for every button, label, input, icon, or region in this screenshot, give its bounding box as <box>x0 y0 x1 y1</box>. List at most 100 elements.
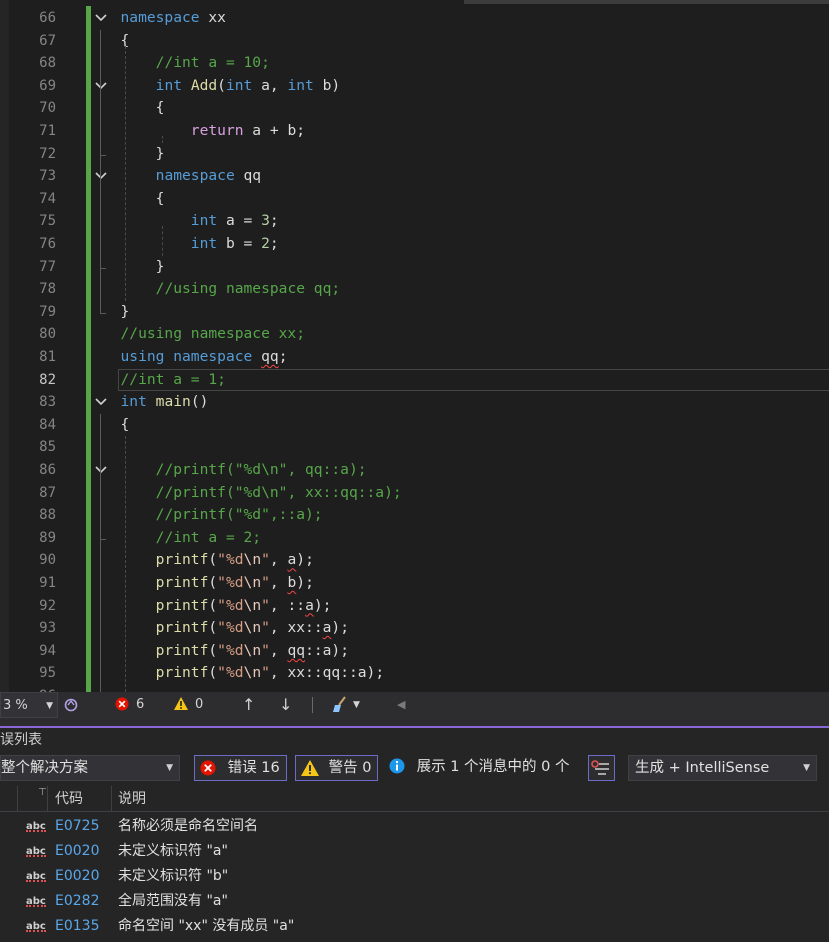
code-text[interactable]: int Add(int a, int b) <box>121 75 341 98</box>
fold-guide <box>100 413 101 692</box>
warning-icon <box>301 760 319 776</box>
fold-end-marker <box>100 267 106 269</box>
code-line[interactable]: 82 //int a = 1; <box>0 368 829 392</box>
error-code-link[interactable]: E0020 <box>55 864 99 889</box>
indent-guide <box>162 136 163 143</box>
column-divider <box>111 786 112 812</box>
spelling-error-icon: abc <box>26 814 46 839</box>
code-line[interactable]: 80 //using namespace xx; <box>0 323 829 346</box>
code-text[interactable]: using namespace qq; <box>121 346 288 369</box>
build-source-value: 生成 + IntelliSense <box>635 760 770 776</box>
code-line[interactable]: 84 { <box>0 414 829 437</box>
error-count: 6 <box>136 697 145 712</box>
chevron-down-icon[interactable] <box>93 462 109 478</box>
chevron-down-icon[interactable] <box>93 394 109 410</box>
line-number: 93 <box>39 620 56 637</box>
code-line[interactable]: 83 int main() <box>0 391 829 414</box>
arrow-down-icon[interactable]: ↓ <box>279 692 295 718</box>
line-number: 71 <box>39 123 56 139</box>
code-text[interactable]: int a = 3; <box>121 210 279 233</box>
table-row[interactable]: abc E0282 全局范围没有 "a" <box>0 889 829 914</box>
code-text[interactable]: int b = 2; <box>121 233 279 256</box>
code-text[interactable]: printf("%d\n", qq::a); <box>121 640 349 663</box>
line-number: 91 <box>39 575 56 591</box>
chevron-down-icon: ▼ <box>166 763 173 773</box>
code-text[interactable]: //int a = 10; <box>121 52 270 75</box>
indent-guide <box>162 226 163 256</box>
error-code-link[interactable]: E0135 <box>55 914 99 939</box>
copilot-icon[interactable] <box>62 692 80 718</box>
code-text[interactable]: } <box>121 143 165 166</box>
line-number: 80 <box>39 326 56 343</box>
error-list-toolbar: 整个解决方案 ▼ 错误 16 警告 0 展示 1 个消息中的 0 个 生成 + … <box>0 752 829 784</box>
error-count-indicator[interactable]: 6 <box>114 692 162 718</box>
warning-icon <box>174 697 188 710</box>
code-text[interactable]: printf("%d\n", xx::qq::a); <box>121 662 384 685</box>
code-text[interactable]: } <box>121 256 165 279</box>
code-text[interactable]: //int a = 1; <box>121 369 226 392</box>
code-text[interactable]: printf("%d\n", a); <box>121 549 314 572</box>
fold-guide <box>100 29 101 313</box>
pin-icon[interactable]: ⊤ <box>38 780 47 806</box>
chevron-down-icon[interactable] <box>93 78 109 94</box>
code-text[interactable]: //int a = 2; <box>121 527 261 550</box>
warnings-filter-button[interactable]: 警告 0 <box>295 755 379 781</box>
code-line[interactable]: 81 using namespace qq; <box>0 346 829 369</box>
scroll-left-icon[interactable]: ◀ <box>397 692 407 718</box>
code-cleanup-button[interactable]: ▼ <box>331 692 365 718</box>
chevron-down-icon[interactable] <box>93 10 109 26</box>
error-description: 未定义标识符 "a" <box>118 843 228 859</box>
code-line[interactable]: 79} <box>0 301 829 324</box>
panel-splitter[interactable] <box>0 718 829 726</box>
code-line[interactable]: 66 namespace xx <box>0 7 829 30</box>
code-editor[interactable]: 66 namespace xx 67 {68 //int a = 10; 69 int … <box>0 0 829 692</box>
line-number: 86 <box>39 462 56 478</box>
code-text[interactable]: return a + b; <box>121 120 305 143</box>
line-number: 90 <box>39 552 56 569</box>
code-text[interactable]: printf("%d\n", xx::a); <box>121 617 349 640</box>
arrow-up-icon[interactable]: ↑ <box>242 692 258 718</box>
line-number: 72 <box>39 145 56 162</box>
code-text[interactable]: namespace qq <box>121 165 261 188</box>
error-description: 未定义标识符 "b" <box>118 868 229 884</box>
table-row[interactable]: abc E0725 名称必须是命名空间名 <box>0 814 829 839</box>
line-number: 79 <box>39 303 56 320</box>
error-icon <box>200 760 216 776</box>
spelling-error-icon: abc <box>26 889 46 914</box>
code-text[interactable]: { <box>121 414 130 437</box>
code-text[interactable]: { <box>121 188 165 211</box>
code-text[interactable]: } <box>121 301 130 324</box>
column-divider <box>47 786 48 812</box>
line-number: 84 <box>39 416 56 433</box>
table-row[interactable]: abc E0020 未定义标识符 "b" <box>0 864 829 889</box>
error-code-link[interactable]: E0020 <box>55 839 99 864</box>
errors-filter-button[interactable]: 错误 16 <box>194 755 287 781</box>
zoom-dropdown[interactable]: 3 % ▼ <box>0 692 58 718</box>
scope-dropdown[interactable]: 整个解决方案 ▼ <box>0 755 180 781</box>
line-number: 67 <box>39 32 56 49</box>
filter-toggle-button[interactable] <box>588 755 615 781</box>
code-text[interactable]: //using namespace qq; <box>121 278 341 301</box>
line-number: 92 <box>39 597 56 614</box>
code-text[interactable]: //printf("%d",::a); <box>121 504 323 527</box>
code-text[interactable]: int main() <box>121 391 209 414</box>
error-code-link[interactable]: E0725 <box>55 814 99 839</box>
column-header-code[interactable]: 代码 <box>55 786 83 812</box>
line-number: 69 <box>39 77 56 94</box>
error-code-link[interactable]: E0282 <box>55 889 99 914</box>
messages-filter-button[interactable]: 展示 1 个消息中的 0 个 <box>384 755 574 781</box>
build-source-dropdown[interactable]: 生成 + IntelliSense ▼ <box>628 755 817 781</box>
errors-filter-label: 错误 16 <box>227 760 280 776</box>
code-text[interactable]: printf("%d\n", b); <box>121 572 314 595</box>
code-text[interactable]: { <box>121 97 165 120</box>
table-row[interactable]: abc E0135 命名空间 "xx" 没有成员 "a" <box>0 914 829 939</box>
warning-count-indicator[interactable]: 0 <box>173 692 213 718</box>
column-header-description[interactable]: 说明 <box>118 786 146 812</box>
code-text[interactable]: printf("%d\n", ::a); <box>121 595 332 618</box>
code-text[interactable]: namespace xx <box>121 7 226 30</box>
table-row[interactable]: abc E0020 未定义标识符 "a" <box>0 839 829 864</box>
code-text[interactable]: //printf("%d\n", xx::qq::a); <box>121 482 402 505</box>
code-text[interactable]: //printf("%d\n", qq::a); <box>121 459 367 482</box>
chevron-down-icon[interactable] <box>93 168 109 184</box>
code-text[interactable]: //using namespace xx; <box>121 323 306 346</box>
